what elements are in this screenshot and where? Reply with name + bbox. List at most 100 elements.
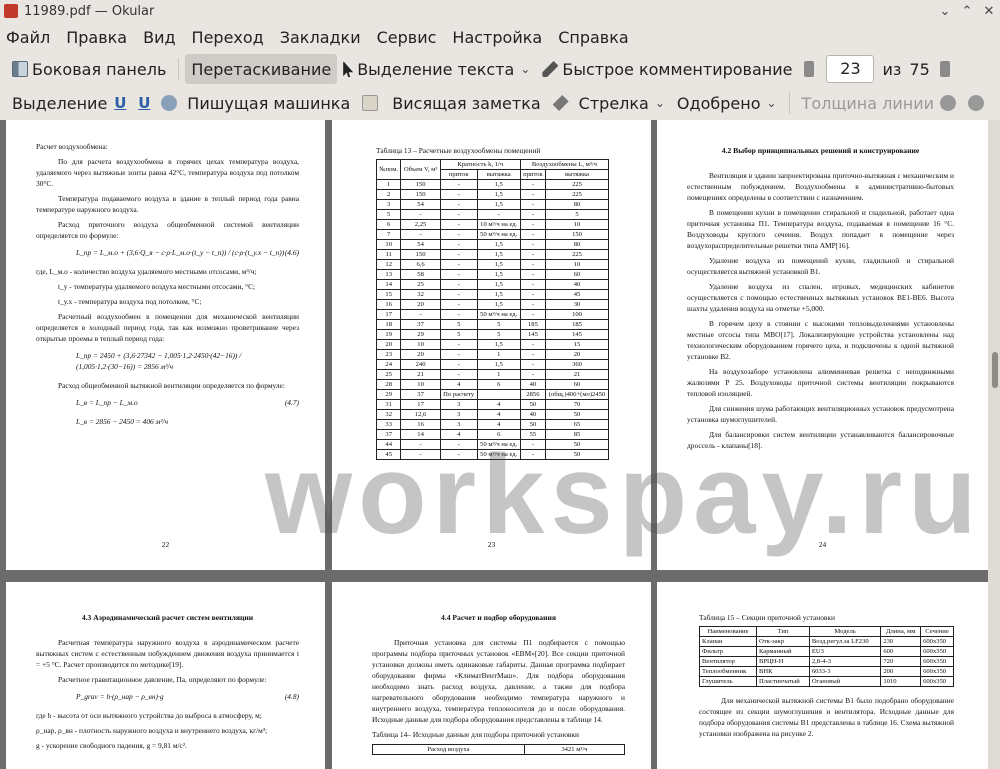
table-cell: 1 — [476, 349, 521, 360]
highlight-tool-button[interactable]: Выделение — [6, 88, 113, 118]
arrow-tool-button[interactable]: Стрелка ⌄ — [547, 88, 671, 118]
page-26-heading: 4.4 Расчет и подбор оборудования — [441, 613, 556, 622]
minimize-button[interactable]: ⌄ — [934, 4, 956, 19]
table-row: 25 21-1-21 — [375, 369, 609, 380]
table-13-body: 1 150-1,5-225 2 150-1,5-225 3 54-1,5-80 5- - - -5… — [375, 179, 609, 460]
formula-number: (4.6) — [284, 248, 299, 257]
maximize-button[interactable]: ⌃ — [956, 4, 978, 19]
table-13: №пом. Объем V, м³ Кратность k, 1/ч Возду… — [375, 159, 610, 460]
quick-comment-button[interactable]: Быстрое комментирование — [536, 54, 798, 84]
color-picker-icon[interactable] — [940, 95, 957, 111]
menu-settings[interactable]: Настройка — [452, 28, 542, 47]
browse-tool-button[interactable]: Перетаскивание — [185, 54, 338, 84]
table-cell: 6 — [476, 429, 521, 440]
table-cell: 50 м³/ч на ед. — [476, 229, 521, 240]
stamp-tool-button[interactable]: Одобрено ⌄ — [671, 88, 783, 118]
formula-result: L_в = 2856 − 2450 = 406 м³/ч — [76, 416, 299, 427]
chevron-down-icon[interactable]: ⌄ — [655, 96, 665, 110]
table-cell: - — [400, 449, 441, 460]
table-cell: 17 — [375, 309, 402, 320]
menu-help[interactable]: Справка — [558, 28, 629, 47]
table-cell: ВРЦН-Н — [755, 656, 810, 667]
page-22-where: где, L_м.о - количество воздуха удаляемо… — [36, 267, 257, 276]
table-cell: - — [400, 309, 441, 320]
previous-page-icon[interactable] — [804, 61, 815, 77]
quick-comment-label: Быстрое комментирование — [562, 59, 793, 79]
table-header: Объем V, м³ — [400, 159, 441, 180]
table-cell: 600х350 — [920, 636, 954, 647]
table-15-caption: Таблица 15 – Секции приточной установки — [699, 613, 835, 622]
typewriter-label: Пишущая машинка — [187, 93, 351, 113]
table-cell: 3 — [439, 419, 478, 430]
table-row: 18 37 5 5 185 185 — [375, 319, 609, 330]
sidebar-toggle-button[interactable]: Боковая панель — [6, 54, 172, 84]
menu-view[interactable]: Вид — [143, 28, 175, 47]
next-page-icon[interactable] — [939, 61, 950, 77]
table-cell: - — [439, 239, 478, 250]
chevron-down-icon[interactable]: ⌄ — [520, 62, 530, 76]
menu-bookmarks[interactable]: Закладки — [280, 28, 361, 47]
table-cell: 20 — [400, 299, 441, 310]
table-cell: 1,5 — [476, 299, 521, 310]
stamp-label: Одобрено — [676, 93, 761, 113]
table-cell: 50 м³/ч на ед. — [476, 449, 521, 460]
opacity-icon[interactable] — [968, 95, 985, 111]
table-cell: 1,5 — [476, 189, 521, 200]
page-number: 24 — [818, 540, 827, 549]
vertical-scrollbar[interactable] — [988, 120, 1000, 769]
table-row: 19 29 5 5 145 145 — [375, 329, 609, 340]
table-cell: 18 — [375, 319, 402, 330]
table-cell: ВНК — [755, 666, 810, 677]
table-cell: 1 — [476, 369, 521, 380]
table-cell: 32 — [375, 409, 402, 420]
table-cell: 16 — [400, 419, 441, 430]
underline-icon[interactable]: U — [113, 95, 127, 111]
table-cell: - — [439, 229, 478, 240]
table-cell: Теплообменник — [699, 666, 757, 677]
table-cell: - — [519, 309, 547, 320]
chevron-down-icon[interactable]: ⌄ — [766, 96, 776, 110]
table-header: Воздухообмены L, м³/ч — [519, 159, 610, 170]
table-cell: 17 — [400, 399, 441, 410]
table-cell: 44 — [375, 439, 402, 450]
table-cell: 55 — [519, 429, 547, 440]
formula-4-6: L_пр = L_м.о + (3,6·Q_я − c·ρ·L_м.о·(t_у… — [76, 247, 299, 258]
table-cell: - — [439, 299, 478, 310]
table-cell: 19 — [375, 329, 402, 340]
menu-file[interactable]: Файл — [6, 28, 50, 47]
table-row: 17- -50 м³/ч на ед. -100 — [375, 309, 609, 320]
scrollbar-thumb[interactable] — [992, 352, 998, 388]
squiggle-underline-icon[interactable]: U — [137, 95, 151, 111]
page-number-input[interactable]: 23 — [826, 55, 875, 83]
table-cell: 10 — [375, 239, 402, 250]
table-cell: - — [519, 299, 547, 310]
document-viewport[interactable]: Расчет воздухообмена: По для расчета воз… — [0, 120, 1000, 769]
table-cell: - — [519, 369, 547, 380]
table-row: 3 54-1,5-80 — [375, 199, 609, 210]
table-cell: - — [439, 439, 478, 450]
text-select-tool-button[interactable]: Выделение текста ⌄ — [337, 54, 536, 84]
table-cell: 3421 м³/ч — [523, 744, 626, 755]
table-cell: 11 — [375, 249, 402, 260]
table-cell: - — [519, 289, 547, 300]
table-cell: 31 — [375, 399, 402, 410]
menu-go[interactable]: Переход — [192, 28, 264, 47]
menu-edit[interactable]: Правка — [66, 28, 127, 47]
table-header: приток — [439, 169, 478, 180]
menu-tools[interactable]: Сервис — [377, 28, 437, 47]
typewriter-tool-button[interactable]: Пишущая машинка — [181, 88, 356, 118]
table-cell: По расчету — [439, 389, 478, 400]
table-row: Клапан Отк-закр Возд.регул.за LF230 230 600х… — [699, 636, 954, 647]
popup-note-tool-button[interactable]: Висящая заметка — [356, 88, 546, 118]
text-select-label: Выделение текста — [357, 59, 515, 79]
table-cell: 230 — [880, 636, 922, 647]
table-cell: - — [400, 229, 441, 240]
line-width-button[interactable]: Толщина линии — [796, 88, 941, 118]
strikeout-icon[interactable] — [161, 95, 178, 111]
close-button[interactable]: ✕ — [978, 4, 1000, 19]
table-cell: 14 — [400, 429, 441, 440]
table-cell: - — [439, 339, 478, 350]
pdf-page-24: 4.2 Выбор принципиальных решений и конст… — [657, 120, 988, 570]
table-cell: Клапан — [699, 636, 757, 647]
formula-number: (4.8) — [284, 692, 299, 701]
